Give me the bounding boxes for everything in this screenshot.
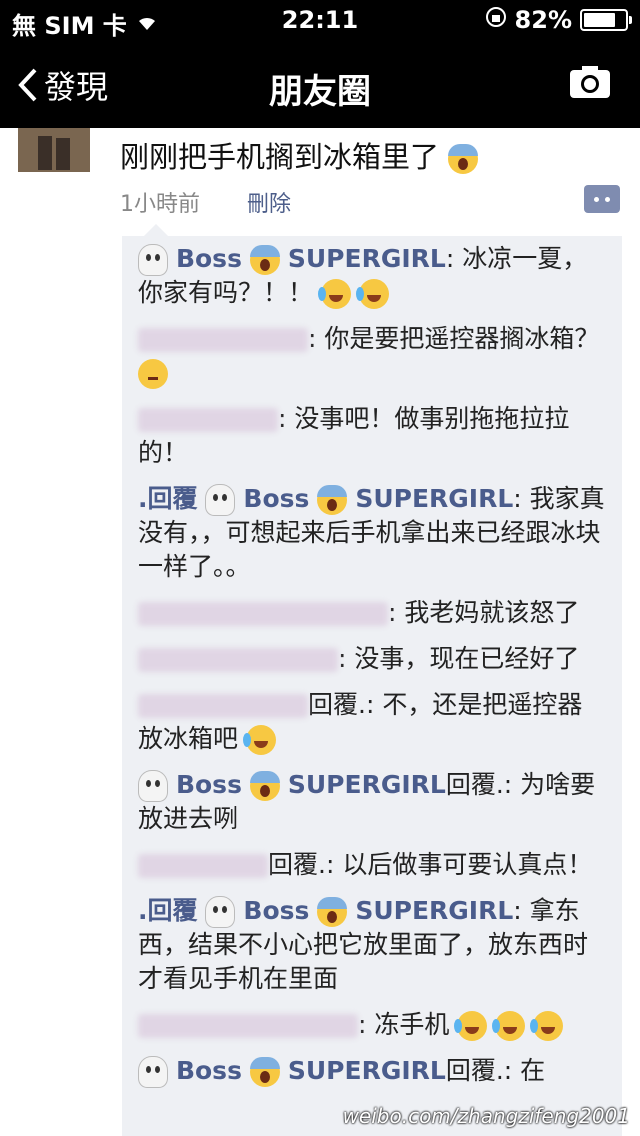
comment-item[interactable]: : 我老妈就该怒了	[122, 590, 622, 636]
reply-prefix: .回覆	[138, 896, 198, 925]
watermark: weibo.com/zhangzifeng2001	[342, 1104, 630, 1128]
comment-item[interactable]: Boss SUPERGIRL回覆.: 在	[122, 1048, 622, 1094]
battery-fill	[584, 13, 616, 27]
reply-prefix: 回覆.	[308, 690, 366, 719]
comment-item[interactable]: : 没事，现在已经好了	[122, 636, 622, 682]
redacted-name	[138, 602, 388, 626]
comment-item[interactable]: : 你是要把遥控器搁冰箱？	[122, 316, 622, 396]
rotation-lock-icon	[485, 6, 507, 34]
commenter-name[interactable]: Boss	[176, 770, 242, 799]
post-text: 刚刚把手机搁到冰箱里了	[120, 134, 479, 176]
scream-emoji-icon	[249, 245, 280, 275]
comment-item[interactable]: : 冻手机	[122, 1002, 622, 1048]
commenter-name[interactable]: Boss	[243, 896, 309, 925]
post-text-content: 刚刚把手机搁到冰箱里了	[120, 140, 440, 174]
scream-emoji-icon	[448, 144, 479, 174]
ghost-emoji-icon	[138, 244, 168, 276]
comment-item[interactable]: 回覆.: 不，还是把遥控器放冰箱吧	[122, 682, 622, 762]
redacted-name	[138, 694, 308, 718]
comment-item[interactable]: Boss SUPERGIRL回覆.: 为啥要放进去咧	[122, 762, 622, 842]
commenter-name-2[interactable]: SUPERGIRL	[288, 770, 446, 799]
post-time: 1小時前	[120, 192, 200, 217]
commenter-name-2[interactable]: SUPERGIRL	[288, 1056, 446, 1085]
tears-of-joy-emoji-icon	[355, 279, 389, 309]
comments-list: Boss SUPERGIRL: 冰凉一夏，你家有吗？！！ : 你是要把遥控器搁冰…	[122, 224, 622, 1136]
reply-prefix: 回覆.	[268, 850, 326, 879]
commenter-name-2[interactable]: SUPERGIRL	[355, 896, 513, 925]
ghost-emoji-icon	[138, 1056, 168, 1088]
post-meta: 1小時前 刪除	[120, 186, 291, 218]
reply-prefix: .回覆	[138, 484, 198, 513]
ghost-emoji-icon	[205, 896, 236, 928]
comment-text: : 我老妈就该怒了	[388, 598, 580, 627]
tears-of-joy-emoji-icon	[530, 1011, 564, 1041]
comment-item[interactable]: Boss SUPERGIRL: 冰凉一夏，你家有吗？！！	[122, 236, 622, 316]
comment-text: : 以后做事可要认真点！	[325, 850, 593, 879]
battery-percent: 82%	[514, 6, 572, 34]
commenter-name[interactable]: Boss	[176, 1056, 242, 1085]
commenter-name[interactable]: Boss	[243, 484, 309, 513]
page-title: 朋友圈	[269, 72, 371, 112]
redacted-name	[138, 1014, 358, 1038]
ghost-emoji-icon	[138, 770, 168, 802]
ghost-emoji-icon	[205, 484, 236, 516]
camera-button[interactable]	[568, 64, 612, 104]
tears-of-joy-emoji-icon	[454, 1011, 488, 1041]
tears-of-joy-emoji-icon	[317, 279, 351, 309]
redacted-name	[138, 648, 338, 672]
comment-text: : 冻手机	[358, 1010, 450, 1039]
status-bar: 無 SIM 卡 22:11 82%	[0, 0, 640, 40]
redacted-name	[138, 854, 268, 878]
reply-prefix: 回覆.	[445, 1056, 504, 1085]
comment-menu-button[interactable]	[584, 185, 620, 213]
commenter-name-2[interactable]: SUPERGIRL	[355, 484, 513, 513]
comment-item[interactable]: 回覆.: 以后做事可要认真点！	[122, 842, 622, 888]
thinking-emoji-icon	[138, 359, 168, 389]
nav-bar: 發現 朋友圈	[0, 40, 640, 128]
redacted-name	[138, 328, 308, 352]
comment-text: : 你是要把遥控器搁冰箱？	[308, 324, 600, 353]
delete-button[interactable]: 刪除	[247, 192, 291, 217]
camera-icon	[570, 66, 610, 98]
redacted-name	[138, 408, 278, 432]
comment-item[interactable]: : 没事吧！做事别拖拖拉拉的！	[122, 396, 622, 476]
scream-emoji-icon	[317, 897, 348, 927]
battery-icon	[580, 9, 632, 31]
reply-prefix: 回覆.	[445, 770, 504, 799]
comment-item[interactable]: .回覆 Boss SUPERGIRL: 拿东西，结果不小心把它放里面了，放东西时…	[122, 888, 622, 1002]
tears-of-joy-emoji-icon	[492, 1011, 526, 1041]
tears-of-joy-emoji-icon	[242, 725, 276, 755]
avatar[interactable]	[18, 128, 90, 172]
comment-item[interactable]: .回覆 Boss SUPERGIRL: 我家真没有，，可想起来后手机拿出来已经跟…	[122, 476, 622, 590]
commenter-name-2[interactable]: SUPERGIRL	[288, 244, 446, 273]
scream-emoji-icon	[249, 771, 280, 801]
scream-emoji-icon	[249, 1057, 280, 1087]
comment-text: : 没事，现在已经好了	[338, 644, 580, 673]
comment-text: : 在	[503, 1056, 546, 1085]
scream-emoji-icon	[317, 485, 348, 515]
commenter-name[interactable]: Boss	[176, 244, 242, 273]
